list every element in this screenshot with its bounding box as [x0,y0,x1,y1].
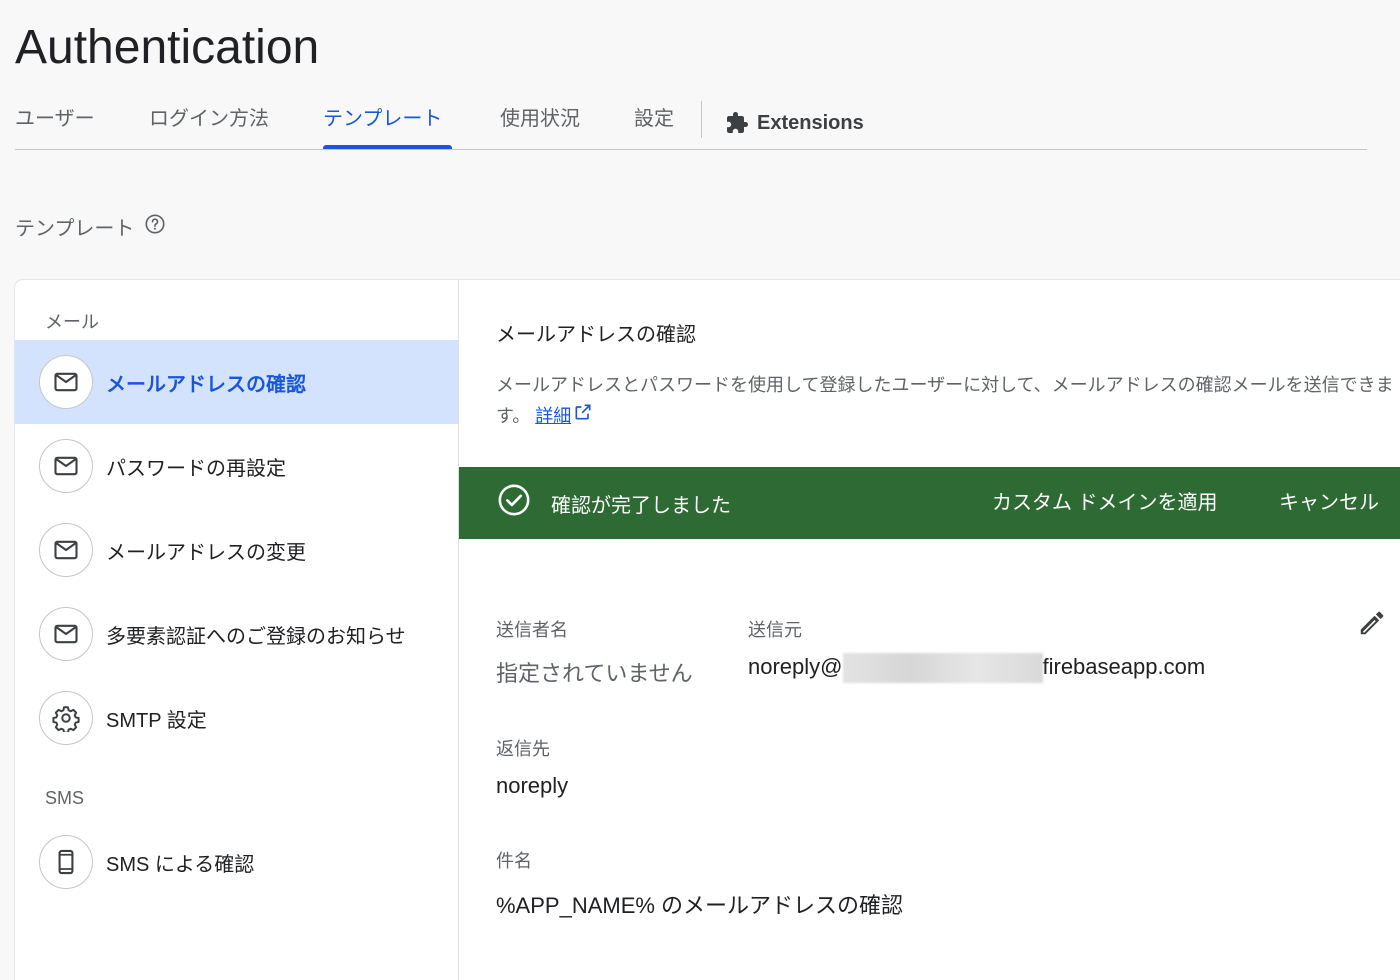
group-label-email: メール [45,312,99,332]
check-circle-icon [497,483,531,523]
from-value: noreply@ firebaseapp.com [748,653,1205,683]
cancel-button[interactable]: キャンセル [1279,467,1379,539]
banner-text: 確認が完了しました [551,494,731,517]
extension-icon [725,111,749,135]
from-suffix: firebaseapp.com [1042,653,1206,679]
sidebar-item-password-reset[interactable]: パスワードの再設定 [15,424,458,508]
open-in-new-icon[interactable] [573,401,593,432]
tab-templates[interactable]: テンプレート [323,95,442,150]
description-text: メールアドレスとパスワードを使用して登録したユーザーに対して、メールアドレスの確… [496,375,1394,426]
mail-icon [39,439,93,493]
apply-custom-domain-button[interactable]: カスタム ドメインを適用 [992,467,1218,539]
sidebar-item-label: パスワードの再設定 [106,457,286,480]
templates-card: メール メールアドレスの確認 パスワードの再設定 メールアドレスの変更 多要素認… [15,280,1400,980]
subject-label: 件名 [496,851,532,871]
sidebar-item-label: 多要素認証へのご登録のお知らせ [106,625,406,648]
tab-extensions-label: Extensions [757,111,864,134]
success-banner: 確認が完了しました カスタム ドメインを適用 キャンセル [459,467,1400,539]
tab-usage[interactable]: 使用状況 [500,95,580,150]
phone-icon [39,835,93,889]
template-description: メールアドレスとパスワードを使用して登録したユーザーに対して、メールアドレスの確… [496,370,1396,432]
tab-extensions[interactable]: Extensions [725,95,864,150]
mail-icon [39,355,93,409]
sidebar-item-email-change[interactable]: メールアドレスの変更 [15,508,458,592]
details-link[interactable]: 詳細 [535,401,571,432]
edit-pencil-icon[interactable] [1357,608,1387,643]
page-title: Authentication [15,21,320,74]
tab-bar: ユーザー ログイン方法 テンプレート 使用状況 設定 Extensions [15,95,1367,150]
sidebar-item-label: メールアドレスの変更 [106,541,306,564]
sidebar-item-label: SMS による確認 [106,853,255,876]
template-detail: メールアドレスの確認 メールアドレスとパスワードを使用して登録したユーザーに対し… [459,280,1400,980]
mail-icon [39,607,93,661]
banner-message: 確認が完了しました [497,467,731,539]
help-icon[interactable] [144,213,166,241]
section-title: テンプレート [15,218,135,240]
redacted-project-id [842,653,1043,683]
sidebar-item-mfa-enrollment[interactable]: 多要素認証へのご登録のお知らせ [15,592,458,676]
reply-to-label: 返信先 [496,739,550,759]
gear-icon [39,691,93,745]
subject-value: %APP_NAME% のメールアドレスの確認 [496,893,904,918]
tab-sign-in-method[interactable]: ログイン方法 [149,95,269,150]
active-tab-indicator [323,145,452,149]
sidebar-item-label: メールアドレスの確認 [106,373,306,396]
tab-users[interactable]: ユーザー [15,95,95,150]
details-link-wrap[interactable]: 詳細 [535,401,593,432]
sidebar-item-email-verification[interactable]: メールアドレスの確認 [15,340,458,424]
section-header: テンプレート [15,212,166,241]
template-sidebar: メール メールアドレスの確認 パスワードの再設定 メールアドレスの変更 多要素認… [15,280,459,980]
tab-settings[interactable]: 設定 [634,95,674,150]
group-label-sms: SMS [45,788,85,808]
template-title: メールアドレスの確認 [496,324,696,346]
mail-icon [39,523,93,577]
sender-name-label: 送信者名 [496,620,568,640]
tab-divider [701,101,702,138]
sidebar-item-sms-verification[interactable]: SMS による確認 [15,820,458,904]
sender-name-value: 指定されていません [496,661,693,686]
sidebar-item-label: SMTP 設定 [106,709,207,732]
sidebar-item-smtp-settings[interactable]: SMTP 設定 [15,676,458,760]
from-prefix: noreply@ [748,653,843,679]
reply-to-value: noreply [496,773,569,798]
from-label: 送信元 [748,620,802,640]
